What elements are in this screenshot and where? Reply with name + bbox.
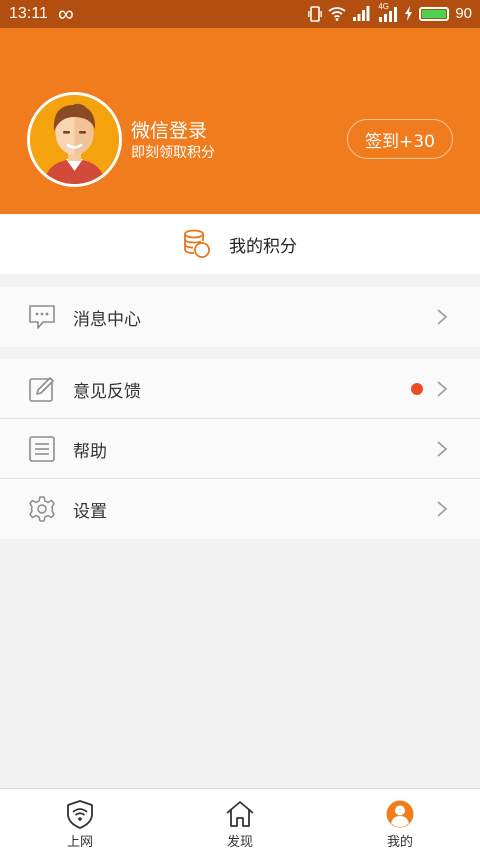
gear-icon — [29, 496, 55, 522]
message-center-row[interactable]: 消息中心 — [0, 287, 480, 347]
chevron-right-icon — [437, 441, 448, 457]
tab-discover-label: 发现 — [226, 835, 253, 850]
feedback-row[interactable]: 意见反馈 — [0, 359, 480, 419]
checkin-button[interactable]: 签到+30 — [347, 119, 453, 159]
battery-percent: 90 — [455, 5, 472, 22]
feedback-label: 意见反馈 — [73, 382, 141, 402]
settings-label: 设置 — [73, 502, 107, 522]
document-list-icon — [29, 436, 55, 462]
message-icon — [29, 305, 55, 329]
menu-group-messages: 消息中心 — [0, 287, 480, 347]
user-icon — [386, 800, 414, 828]
settings-row[interactable]: 设置 — [0, 479, 480, 539]
profile-header: 微信登录 即刻领取积分 签到+30 — [0, 28, 480, 214]
notification-dot — [411, 383, 423, 395]
coins-icon — [184, 229, 210, 258]
help-label: 帮助 — [73, 442, 107, 462]
wechat-login-title[interactable]: 微信登录 — [131, 116, 207, 143]
bottom-navigation: 上网 发现 我的 — [0, 788, 480, 854]
chevron-right-icon — [437, 309, 448, 325]
chevron-right-icon — [437, 381, 448, 397]
status-bar: 13:11 ∞ 4G 90 — [0, 0, 480, 28]
user-avatar-illustration — [30, 95, 119, 184]
vibrate-icon — [308, 5, 323, 22]
help-row[interactable]: 帮助 — [0, 419, 480, 479]
tab-mine[interactable]: 我的 — [340, 789, 460, 854]
signal-icon — [353, 6, 370, 21]
login-subtitle: 即刻领取积分 — [131, 145, 215, 161]
tab-internet-label: 上网 — [66, 835, 93, 850]
status-right: 4G 90 — [308, 2, 472, 22]
edit-icon — [29, 377, 54, 402]
battery-fill — [422, 9, 446, 18]
charging-icon — [405, 6, 413, 21]
chevron-right-icon — [437, 501, 448, 517]
wifi-shield-icon — [67, 800, 93, 829]
wifi-icon — [328, 7, 346, 21]
message-center-label: 消息中心 — [73, 310, 141, 330]
battery-icon — [419, 6, 450, 21]
tab-discover[interactable]: 发现 — [180, 789, 300, 854]
infinity-icon: ∞ — [58, 1, 74, 26]
home-icon — [226, 801, 254, 827]
my-points-label: 我的积分 — [229, 236, 297, 257]
status-time: 13:11 — [9, 5, 48, 22]
my-points-button[interactable]: 我的积分 — [0, 214, 480, 274]
menu-group-main: 意见反馈 帮助 设置 — [0, 359, 480, 539]
tab-internet[interactable]: 上网 — [20, 789, 140, 854]
signal-4g-icon: 4G — [376, 2, 398, 22]
avatar[interactable] — [27, 92, 122, 187]
tab-mine-label: 我的 — [386, 835, 413, 850]
